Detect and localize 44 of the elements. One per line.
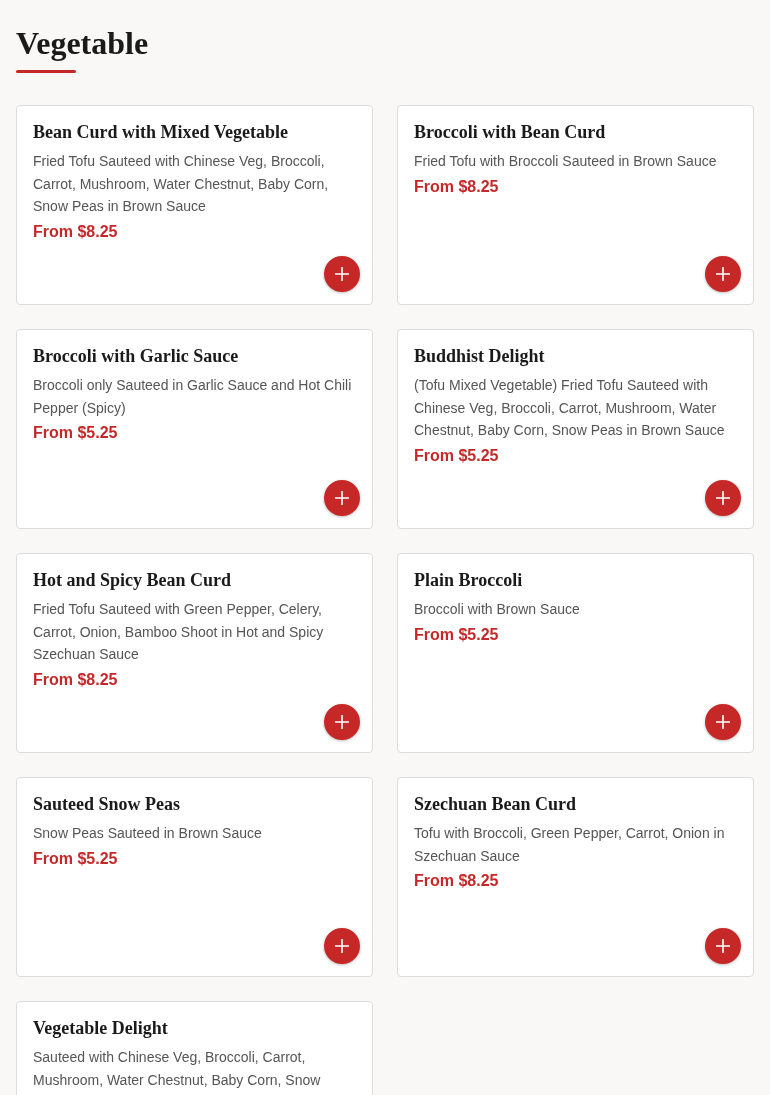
item-name: Bean Curd with Mixed Vegetable <box>33 121 289 144</box>
title-underline <box>16 70 76 73</box>
item-description: Fried Tofu with Broccoli Sauteed in Brown Sauce <box>414 152 718 171</box>
item-description: Sauteed with Chinese Veg, Broccoli, Carrot, Mushroom, Water Chestnut, Baby Corn, Snow <box>33 1048 322 1090</box>
item-price: From $8.25 <box>33 669 119 690</box>
plus-icon <box>334 266 350 282</box>
item-name: Hot and Spicy Bean Curd <box>33 569 233 592</box>
item-name: Broccoli with Garlic Sauce <box>33 345 240 368</box>
item-description: Snow Peas Sauteed in Brown Sauce <box>33 824 263 843</box>
add-button[interactable] <box>705 928 741 964</box>
item-price: From $8.25 <box>33 221 119 242</box>
plus-icon <box>715 490 731 506</box>
add-button[interactable] <box>705 480 741 516</box>
item-name: Sauteed Snow Peas <box>33 793 181 816</box>
item-name: Buddhist Delight <box>414 345 546 368</box>
add-button[interactable] <box>324 928 360 964</box>
item-price: From $8.25 <box>414 871 500 891</box>
add-button[interactable] <box>705 704 741 740</box>
item-price: From $5.25 <box>33 848 119 869</box>
item-description: Tofu with Broccoli, Green Pepper, Carrot, Onion in Szechuan Sauce <box>414 824 726 866</box>
item-price: From $5.25 <box>33 423 119 443</box>
plus-icon <box>334 714 350 730</box>
item-name: Plain Broccoli <box>414 569 524 592</box>
add-button[interactable] <box>324 256 360 292</box>
add-button[interactable] <box>324 480 360 516</box>
item-name: Szechuan Bean Curd <box>414 793 578 816</box>
item-description: Broccoli only Sauteed in Garlic Sauce and Hot Chili Pepper (Spicy) <box>33 376 353 418</box>
item-description: (Tofu Mixed Vegetable) Fried Tofu Sauteed with Chinese Veg, Broccoli, Carrot, Mushroom, Water Chestnut, Baby Corn, Snow Peas in Brown Sauce <box>414 376 726 440</box>
item-price: From $8.25 <box>414 176 500 197</box>
item-name: Broccoli with Bean Curd <box>414 121 607 144</box>
section-title: Vegetable <box>16 24 149 62</box>
item-price: From $5.25 <box>414 624 500 645</box>
item-description: Fried Tofu Sauteed with Chinese Veg, Broccoli, Carrot, Mushroom, Water Chestnut, Baby Corn, Snow Peas in Brown Sauce <box>33 152 330 216</box>
plus-icon <box>334 490 350 506</box>
item-price: From $5.25 <box>414 445 500 466</box>
plus-icon <box>334 938 350 954</box>
plus-icon <box>715 266 731 282</box>
plus-icon <box>715 714 731 730</box>
plus-icon <box>715 938 731 954</box>
add-button[interactable] <box>324 704 360 740</box>
item-description: Fried Tofu Sauteed with Green Pepper, Celery, Carrot, Onion, Bamboo Shoot in Hot and Spicy Szechuan Sauce <box>33 600 325 664</box>
add-button[interactable] <box>705 256 741 292</box>
item-description: Broccoli with Brown Sauce <box>414 600 581 619</box>
item-name: Vegetable Delight <box>33 1017 169 1040</box>
